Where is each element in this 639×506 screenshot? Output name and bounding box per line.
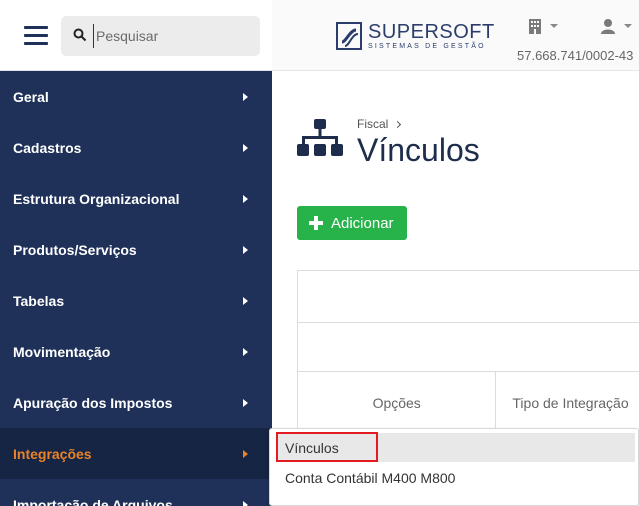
submenu-item-conta-contabil[interactable]: Conta Contábil M400 M800 — [277, 463, 635, 492]
column-header-tipo-integracao[interactable]: Tipo de Integração — [496, 372, 639, 434]
sidebar-item-apuracao-impostos[interactable]: Apuração dos Impostos — [0, 377, 272, 428]
page-title: Vínculos — [357, 132, 480, 168]
caret-down-icon — [550, 24, 558, 28]
search-icon — [73, 28, 87, 42]
chevron-right-icon — [243, 501, 248, 506]
sidebar-item-label: Importação de Arquivos — [13, 496, 173, 506]
table-filter-row — [298, 323, 639, 372]
sidebar-item-label: Cadastros — [13, 139, 82, 156]
plus-icon — [309, 216, 323, 230]
sidebar-item-label: Movimentação — [13, 343, 111, 360]
supersoft-logo-icon — [336, 22, 362, 50]
chevron-right-icon — [243, 297, 248, 305]
sidebar-menu: Geral Cadastros Estrutura Organizacional… — [0, 71, 272, 506]
top-header: SUPERSOFT SISTEMAS DE GESTÃO 57.668.741/… — [272, 0, 639, 71]
sidebar-item-cadastros[interactable]: Cadastros — [0, 122, 272, 173]
sidebar-item-tabelas[interactable]: Tabelas — [0, 275, 272, 326]
sitemap-icon — [297, 119, 343, 156]
logo-subtitle: SISTEMAS DE GESTÃO — [368, 43, 486, 50]
sidebar-item-importacao-arquivos[interactable]: Importação de Arquivos — [0, 479, 272, 506]
chevron-right-icon — [243, 348, 248, 356]
sidebar: Geral Cadastros Estrutura Organizacional… — [0, 0, 272, 506]
chevron-right-icon — [394, 120, 402, 128]
chevron-right-icon — [243, 246, 248, 254]
column-header-opcoes[interactable]: Opções — [298, 372, 497, 434]
sidebar-item-label: Tabelas — [13, 292, 65, 309]
chevron-right-icon — [243, 195, 248, 203]
sidebar-item-integracoes[interactable]: Integrações — [0, 428, 272, 479]
breadcrumb-fiscal[interactable]: Fiscal — [357, 117, 388, 131]
sidebar-top — [0, 0, 272, 71]
company-cnpj: 57.668.741/0002-43 — [517, 48, 634, 63]
sidebar-item-label: Integrações — [13, 445, 92, 462]
user-menu[interactable] — [600, 18, 632, 34]
supersoft-logo[interactable]: SUPERSOFT SISTEMAS DE GESTÃO — [336, 22, 495, 54]
breadcrumb: Fiscal — [357, 117, 402, 131]
sidebar-item-label: Estrutura Organizacional — [13, 190, 180, 207]
highlight-box — [276, 432, 378, 462]
caret-down-icon — [624, 24, 632, 28]
logo-title: SUPERSOFT — [368, 21, 495, 43]
sidebar-item-label: Apuração dos Impostos — [13, 394, 173, 411]
sidebar-item-label: Produtos/Serviços — [13, 241, 137, 258]
add-button[interactable]: Adicionar — [297, 206, 407, 240]
user-icon — [601, 19, 615, 34]
chevron-right-icon — [243, 450, 248, 458]
table-header-row: Opções Tipo de Integração — [298, 372, 639, 434]
building-icon — [529, 19, 541, 34]
sidebar-item-estrutura-organizacional[interactable]: Estrutura Organizacional — [0, 173, 272, 224]
add-button-label: Adicionar — [331, 214, 394, 232]
sidebar-item-movimentacao[interactable]: Movimentação — [0, 326, 272, 377]
sidebar-item-produtos-servicos[interactable]: Produtos/Serviços — [0, 224, 272, 275]
search-input[interactable] — [93, 24, 253, 48]
company-selector[interactable] — [528, 18, 558, 34]
sidebar-item-geral[interactable]: Geral — [0, 71, 272, 122]
sidebar-item-label: Geral — [13, 88, 49, 105]
chevron-right-icon — [243, 399, 248, 407]
hamburger-icon[interactable] — [24, 26, 48, 46]
table-toolbar-row — [298, 271, 639, 323]
chevron-right-icon — [243, 144, 248, 152]
chevron-right-icon — [243, 93, 248, 101]
search-box[interactable] — [61, 16, 260, 56]
